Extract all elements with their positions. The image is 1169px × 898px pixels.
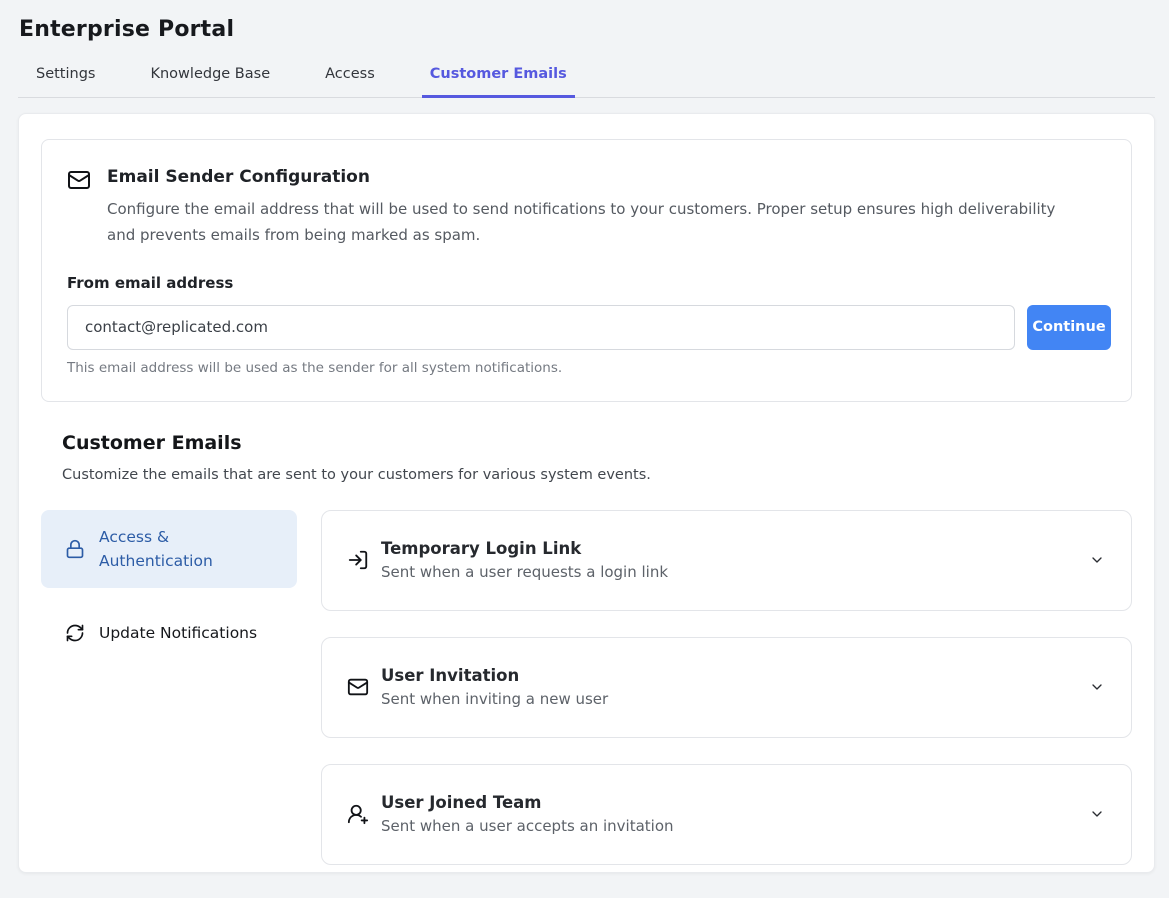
- tab-access[interactable]: Access: [317, 66, 383, 97]
- tab-bar: Settings Knowledge Base Access Customer …: [18, 66, 1155, 98]
- config-card-description: Configure the email address that will be…: [107, 196, 1082, 249]
- login-icon: [347, 549, 369, 571]
- category-access-authentication[interactable]: Access & Authentication: [41, 510, 297, 588]
- template-description: Sent when a user requests a login link: [381, 563, 668, 581]
- template-title: User Joined Team: [381, 793, 674, 812]
- category-update-notifications[interactable]: Update Notifications: [41, 609, 297, 657]
- page-title: Enterprise Portal: [19, 17, 1150, 42]
- from-email-input[interactable]: [67, 305, 1015, 350]
- template-title: User Invitation: [381, 666, 608, 685]
- mail-icon: [347, 676, 369, 698]
- chevron-down-icon[interactable]: [1089, 679, 1105, 695]
- category-label: Access & Authentication: [99, 525, 283, 573]
- mail-icon: [67, 168, 91, 192]
- customer-emails-heading: Customer Emails: [62, 432, 1132, 454]
- page-header: Enterprise Portal: [0, 0, 1169, 42]
- customer-emails-subtitle: Customize the emails that are sent to yo…: [62, 467, 1132, 483]
- email-category-list: Access & Authentication Update Notificat…: [41, 510, 297, 865]
- config-card-title: Email Sender Configuration: [107, 167, 1082, 187]
- lock-icon: [65, 539, 85, 559]
- user-plus-icon: [347, 803, 369, 825]
- tab-knowledge-base[interactable]: Knowledge Base: [142, 66, 278, 97]
- template-description: Sent when inviting a new user: [381, 690, 608, 708]
- continue-button[interactable]: Continue: [1027, 305, 1111, 350]
- chevron-down-icon[interactable]: [1089, 806, 1105, 822]
- from-email-label: From email address: [67, 274, 1111, 292]
- template-user-invitation[interactable]: User Invitation Sent when inviting a new…: [321, 637, 1132, 738]
- tab-customer-emails[interactable]: Customer Emails: [422, 66, 575, 98]
- from-email-hint: This email address will be used as the s…: [67, 360, 1111, 376]
- email-sender-configuration-card: Email Sender Configuration Configure the…: [41, 139, 1132, 402]
- category-label: Update Notifications: [99, 624, 257, 642]
- tab-settings[interactable]: Settings: [28, 66, 103, 97]
- template-user-joined-team[interactable]: User Joined Team Sent when a user accept…: [321, 764, 1132, 865]
- template-temporary-login-link[interactable]: Temporary Login Link Sent when a user re…: [321, 510, 1132, 611]
- main-panel: Email Sender Configuration Configure the…: [18, 113, 1155, 873]
- refresh-icon: [65, 623, 85, 643]
- template-title: Temporary Login Link: [381, 539, 668, 558]
- email-template-list: Temporary Login Link Sent when a user re…: [321, 510, 1132, 865]
- chevron-down-icon[interactable]: [1089, 552, 1105, 568]
- template-description: Sent when a user accepts an invitation: [381, 817, 674, 835]
